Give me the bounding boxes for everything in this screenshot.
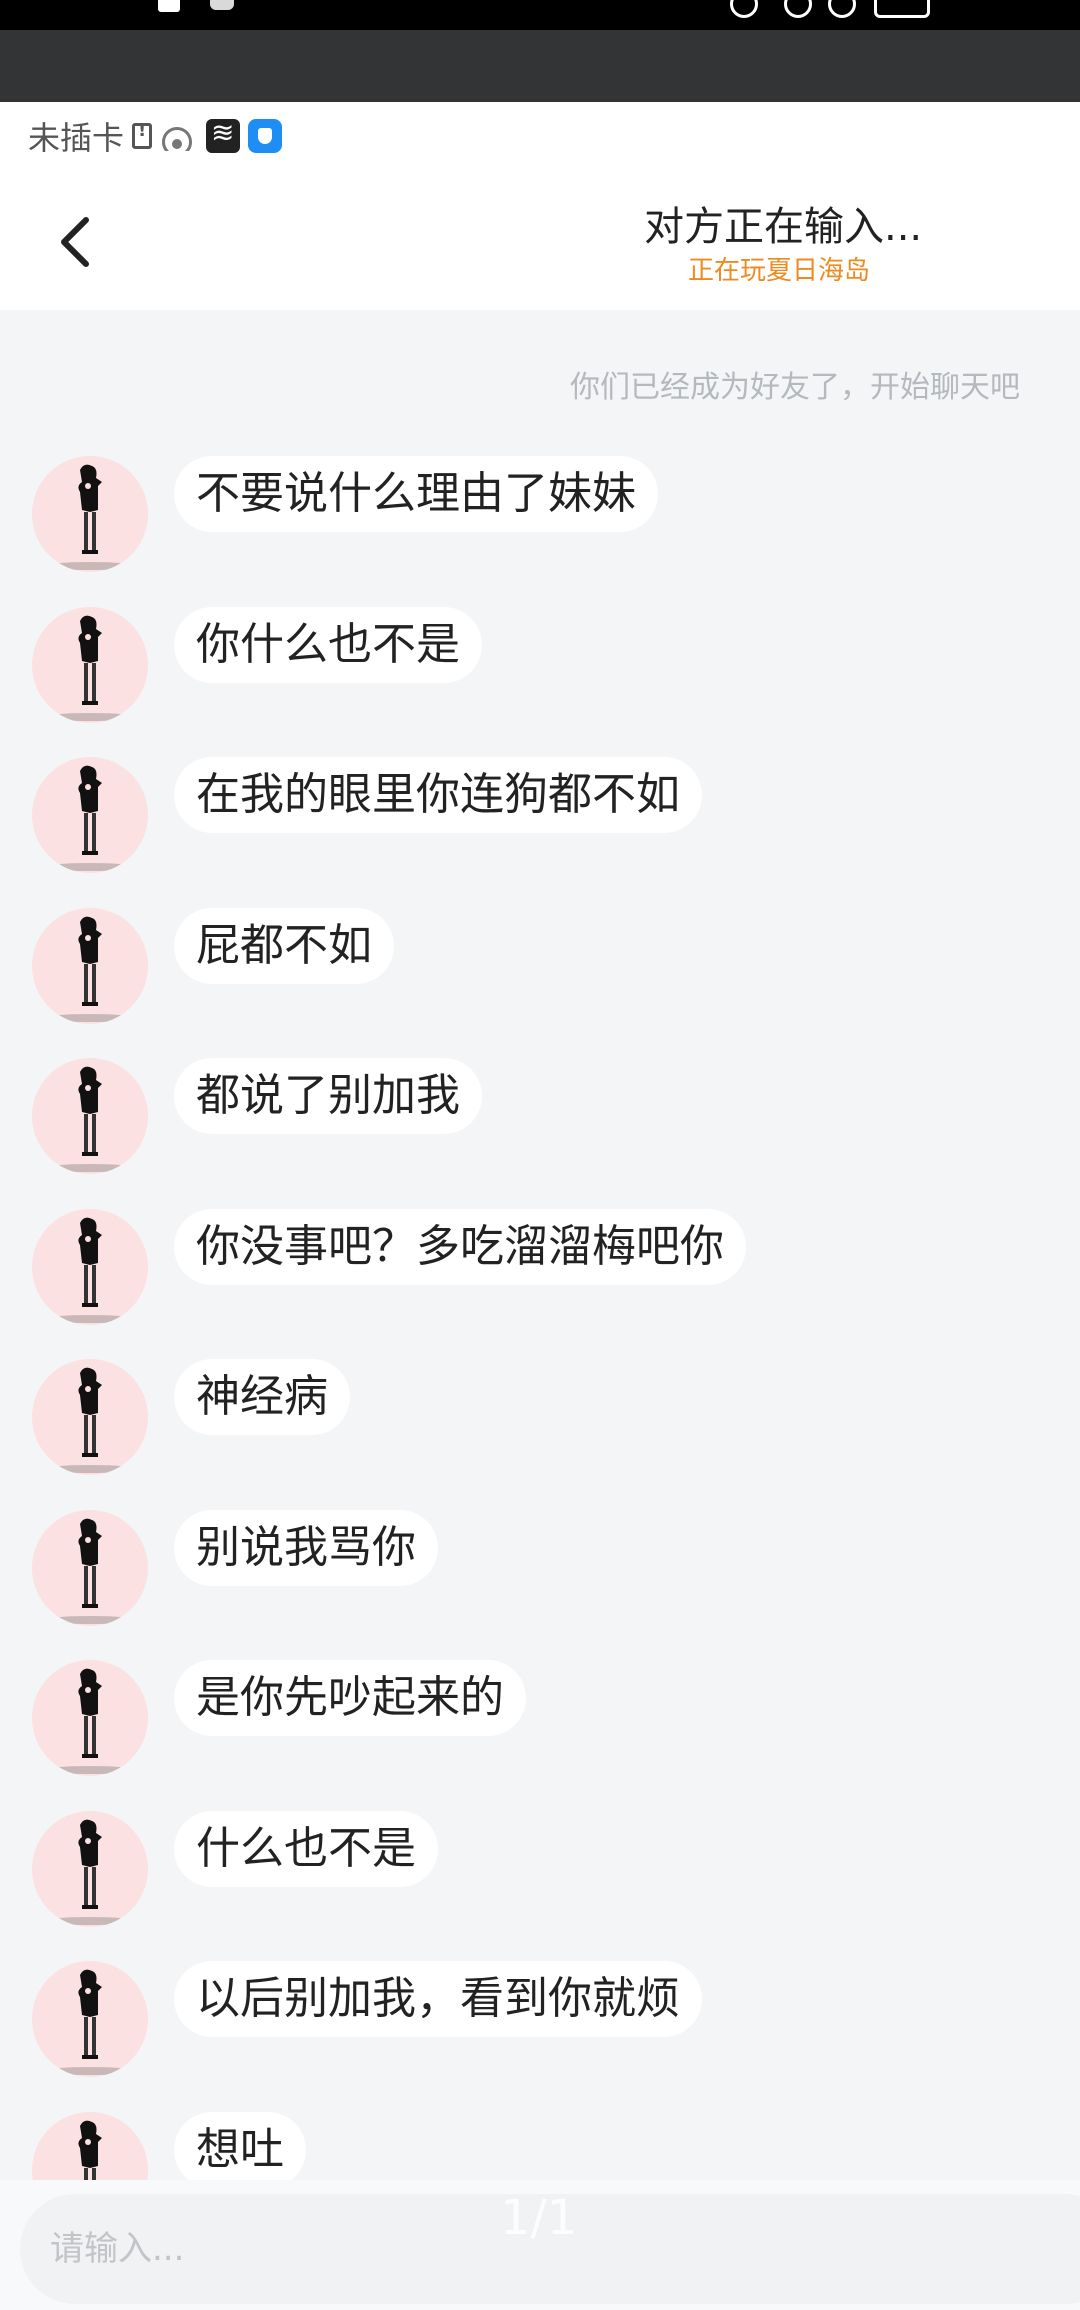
battery-icon [874,0,930,18]
avatar[interactable] [32,1810,148,1927]
message-bubble[interactable]: 想吐 [174,2111,306,2180]
message-bubble[interactable]: 你什么也不是 [174,606,482,683]
avatar[interactable] [32,1961,148,2077]
message-bubble[interactable]: 都说了别加我 [174,1058,482,1134]
avatar[interactable] [32,456,148,572]
app-icon-1 [206,116,241,153]
mute-icon [784,0,812,18]
alarm-icon [730,0,758,18]
message-row: 你什么也不是 [0,606,1080,737]
wifi-icon [160,121,198,151]
message-bubble[interactable]: 在我的眼里你连狗都不如 [174,757,702,833]
message-row: 什么也不是 [0,1810,1080,1941]
message-bubble[interactable]: 不要说什么理由了妹妹 [174,456,658,532]
app-icon-2 [248,119,283,153]
system-status-row: 未插卡 [28,116,283,157]
avatar[interactable] [32,1058,148,1174]
chevron-left-icon [61,217,89,267]
message-row: 神经病 [0,1359,1080,1489]
message-row: 不要说什么理由了妹妹 [0,456,1080,586]
device-status-bar [0,0,1080,30]
bell-icon [828,0,856,18]
avatar[interactable] [32,2111,148,2180]
message-row: 以后别加我，看到你就烦 [0,1961,1080,2091]
avatar[interactable] [32,1660,148,1776]
message-bubble[interactable]: 神经病 [174,1359,350,1435]
avatar[interactable] [32,606,148,723]
back-button[interactable] [40,202,120,282]
page-indicator: 1/1 [500,2190,578,2246]
message-row: 是你先吵起来的 [0,1660,1080,1790]
system-note: 你们已经成为好友了，开始聊天吧 [570,370,1020,405]
signal-icon [210,0,234,10]
chat-title: 对方正在输入... [644,204,923,250]
message-bubble[interactable]: 你没事吧？多吃溜溜梅吧你 [174,1208,746,1285]
avatar[interactable] [32,1208,148,1325]
message-bubble[interactable]: 什么也不是 [174,1810,438,1887]
chat-subtitle: 正在玩夏日海岛 [688,256,871,286]
top-band [0,30,1080,102]
notification-icon [158,0,180,12]
message-row: 你没事吧？多吃溜溜梅吧你 [0,1208,1080,1339]
chat-area[interactable]: 你们已经成为好友了，开始聊天吧 不要说什么理由了妹妹 你什么也不是在我的眼里你连狗… [0,310,1080,2180]
avatar[interactable] [32,757,148,873]
message-row: 都说了别加我 [0,1058,1080,1188]
message-bubble[interactable]: 别说我骂你 [174,1509,438,1586]
message-bubble[interactable]: 是你先吵起来的 [174,1660,526,1736]
message-row: 想吐 [0,2111,1080,2180]
avatar[interactable] [32,907,148,1024]
avatar[interactable] [32,1509,148,1626]
sim-error-icon [132,120,153,149]
message-row: 别说我骂你 [0,1509,1080,1640]
message-bubble[interactable]: 以后别加我，看到你就烦 [174,1961,702,2037]
carrier-label: 未插卡 [28,119,125,157]
avatar[interactable] [32,1359,148,1475]
message-bubble[interactable]: 屁都不如 [174,907,394,984]
message-row: 在我的眼里你连狗都不如 [0,757,1080,887]
chat-header: 未插卡 对方正在输入... 正在玩夏日海岛 [0,102,1080,310]
message-row: 屁都不如 [0,907,1080,1038]
